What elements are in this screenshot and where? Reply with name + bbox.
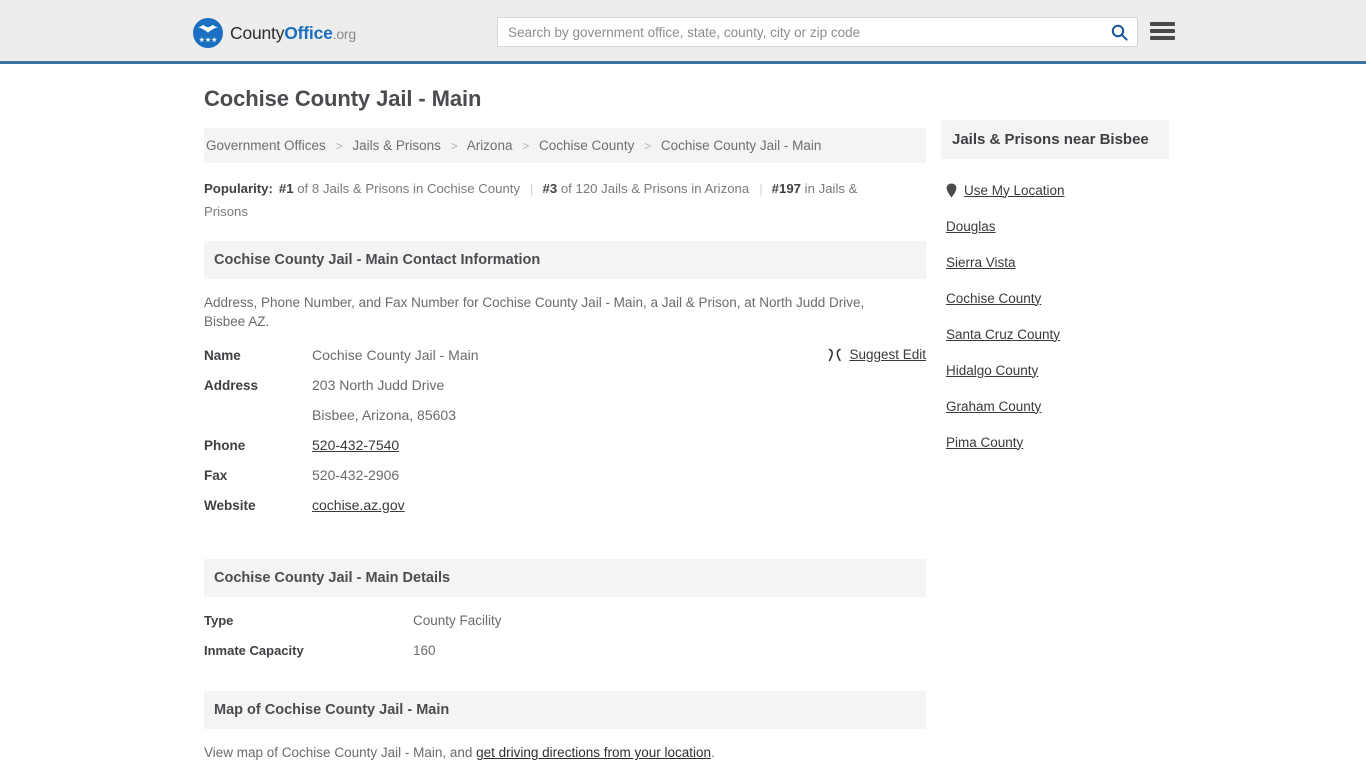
suggest-edit-icon	[828, 348, 842, 362]
sidebar-link-cochise-county[interactable]: Cochise County	[946, 291, 1041, 306]
countyoffice-emblem-icon: ★★★	[193, 18, 223, 48]
contact-label-phone: Phone	[204, 438, 246, 453]
sidebar-item-pima-county[interactable]: Pima County	[941, 424, 1169, 460]
eagle-wings-icon	[198, 24, 218, 33]
contact-row-website: Website cochise.az.gov	[204, 497, 926, 527]
contact-row-name: Name Cochise County Jail - Main	[204, 347, 926, 377]
hamburger-bar	[1150, 22, 1175, 26]
details-row-inmate-capacity: Inmate Capacity 160	[204, 643, 926, 673]
contact-section-header: Cochise County Jail - Main Contact Infor…	[204, 241, 926, 279]
contact-value-name: Cochise County Jail - Main	[312, 347, 479, 363]
sidebar-list: Use My Location Douglas Sierra Vista Coc…	[941, 172, 1169, 460]
breadcrumb-item-government-offices[interactable]: Government Offices	[206, 138, 326, 153]
contact-label-website: Website	[204, 498, 256, 513]
contact-row-phone: Phone 520-432-7540	[204, 437, 926, 467]
contact-value-address-line1: 203 North Judd Drive	[312, 377, 445, 393]
contact-description: Address, Phone Number, and Fax Number fo…	[204, 295, 865, 329]
sidebar-link-santa-cruz-county[interactable]: Santa Cruz County	[946, 327, 1060, 342]
breadcrumb-item-jails-prisons[interactable]: Jails & Prisons	[352, 138, 441, 153]
details-label-type: Type	[204, 613, 234, 628]
breadcrumb-separator-icon: >	[644, 139, 652, 153]
map-description: View map of Cochise County Jail - Main, …	[204, 745, 926, 760]
contact-value-website: cochise.az.gov	[312, 497, 405, 513]
breadcrumb-item-cochise-county[interactable]: Cochise County	[539, 138, 634, 153]
contact-value-address-line2: Bisbee, Arizona, 85603	[312, 407, 456, 423]
map-text-after: .	[711, 745, 715, 760]
logo-text-org: .org	[332, 25, 357, 42]
details-section-header: Cochise County Jail - Main Details	[204, 559, 926, 597]
popularity-label: Popularity:	[204, 181, 273, 196]
three-stars-icon: ★★★	[198, 37, 218, 44]
site-header: ★★★ CountyOffice.org	[0, 0, 1366, 64]
contact-value-fax: 520-432-2906	[312, 467, 400, 483]
suggest-edit[interactable]: Suggest Edit	[828, 347, 926, 362]
breadcrumb-separator-icon: >	[335, 139, 343, 153]
search-icon	[1111, 24, 1128, 41]
sidebar-item-santa-cruz-county[interactable]: Santa Cruz County	[941, 316, 1169, 352]
search-input[interactable]	[498, 18, 1101, 46]
sidebar-link-use-my-location[interactable]: Use My Location	[964, 183, 1065, 198]
map-pin-icon	[946, 183, 957, 198]
details-value-inmate-capacity: 160	[413, 643, 436, 658]
map-text-before: View map of Cochise County Jail - Main, …	[204, 745, 477, 760]
popularity-row: Popularity: #1 of 8 Jails & Prisons in Co…	[204, 177, 904, 223]
sidebar-item-hidalgo-county[interactable]: Hidalgo County	[941, 352, 1169, 388]
page-title: Cochise County Jail - Main	[204, 86, 482, 111]
popularity-text-state: of 120 Jails & Prisons in Arizona	[560, 181, 750, 196]
sidebar-link-sierra-vista[interactable]: Sierra Vista	[946, 255, 1016, 270]
sidebar-link-pima-county[interactable]: Pima County	[946, 435, 1023, 450]
contact-row-address-line2: Bisbee, Arizona, 85603	[204, 407, 926, 437]
contact-label-name: Name	[204, 348, 241, 363]
sidebar-item-graham-county[interactable]: Graham County	[941, 388, 1169, 424]
details-row-type: Type County Facility	[204, 613, 926, 643]
popularity-rank-state: #3	[542, 181, 558, 196]
details-label-inmate-capacity: Inmate Capacity	[204, 643, 304, 658]
contact-label-address: Address	[204, 378, 259, 393]
hamburger-bar	[1150, 29, 1175, 33]
main-content: Cochise County Jail - Main Government Of…	[204, 86, 926, 760]
sidebar-item-cochise-county[interactable]: Cochise County	[941, 280, 1169, 316]
popularity-text-county: of 8 Jails & Prisons in Cochise County	[297, 181, 521, 196]
search-button[interactable]	[1101, 18, 1137, 46]
contact-row-fax: Fax 520-432-2906	[204, 467, 926, 497]
sidebar-heading: Jails & Prisons near Bisbee	[941, 120, 1169, 159]
sidebar-link-douglas[interactable]: Douglas	[946, 219, 996, 234]
map-section-header: Map of Cochise County Jail - Main	[204, 691, 926, 729]
breadcrumb-separator-icon: >	[522, 139, 530, 153]
contact-info-table: Suggest Edit Name Cochise County Jail - …	[204, 347, 926, 527]
driving-directions-link[interactable]: get driving directions from your locatio…	[476, 745, 711, 760]
site-logo[interactable]: ★★★ CountyOffice.org	[193, 18, 356, 48]
sidebar: Jails & Prisons near Bisbee Use My Locat…	[941, 120, 1169, 460]
contact-label-fax: Fax	[204, 468, 228, 483]
website-link[interactable]: cochise.az.gov	[312, 497, 405, 513]
sidebar-item-douglas[interactable]: Douglas	[941, 208, 1169, 244]
sidebar-link-graham-county[interactable]: Graham County	[946, 399, 1041, 414]
popularity-rank-national: #197	[771, 181, 801, 196]
hamburger-bar	[1150, 36, 1175, 40]
logo-text-county: County	[230, 22, 285, 43]
sidebar-item-use-my-location[interactable]: Use My Location	[941, 172, 1169, 208]
site-logo-text: CountyOffice.org	[230, 23, 356, 44]
search-bar[interactable]	[497, 17, 1138, 47]
menu-button[interactable]	[1150, 20, 1175, 42]
popularity-divider: |	[759, 181, 763, 196]
contact-value-phone: 520-432-7540	[312, 437, 399, 453]
sidebar-item-sierra-vista[interactable]: Sierra Vista	[941, 244, 1169, 280]
logo-text-office: Office	[284, 22, 333, 43]
popularity-rank-county: #1	[278, 181, 294, 196]
phone-link[interactable]: 520-432-7540	[312, 437, 399, 453]
sidebar-link-hidalgo-county[interactable]: Hidalgo County	[946, 363, 1038, 378]
breadcrumb-item-current: Cochise County Jail - Main	[660, 138, 822, 153]
breadcrumb-separator-icon: >	[450, 139, 458, 153]
details-table: Type County Facility Inmate Capacity 160	[204, 613, 926, 673]
popularity-divider: |	[530, 181, 534, 196]
breadcrumb: Government Offices > Jails & Prisons > A…	[204, 128, 926, 163]
suggest-edit-link[interactable]: Suggest Edit	[849, 347, 926, 362]
details-value-type: County Facility	[413, 613, 502, 628]
breadcrumb-item-arizona[interactable]: Arizona	[467, 138, 513, 153]
contact-row-address: Address 203 North Judd Drive	[204, 377, 926, 407]
